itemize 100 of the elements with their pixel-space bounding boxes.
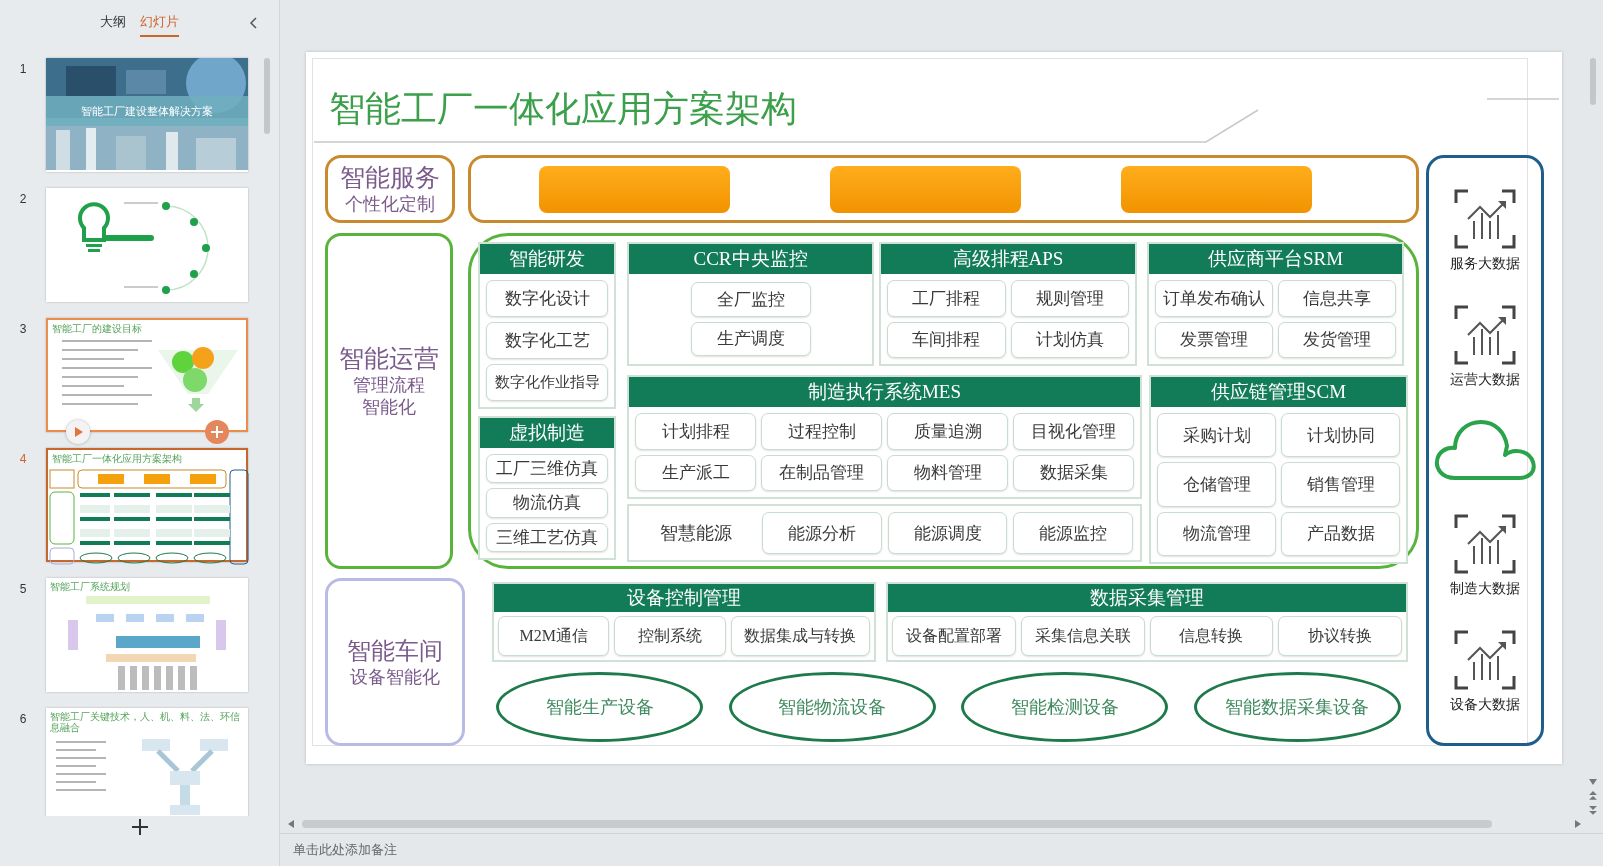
scrollbar-thumb[interactable] [264, 58, 270, 134]
module-item: 控制系统 [614, 616, 726, 656]
module-header: 数据采集管理 [888, 584, 1406, 612]
module-item: 三维工艺仿真 [486, 522, 608, 552]
module-item: 生产派工 [635, 454, 756, 491]
module-item: 规则管理 [1010, 280, 1129, 317]
module-header: 供应商平台SRM [1149, 244, 1402, 274]
module-item: 采购计划 [1157, 413, 1276, 458]
module-item: 数据采集 [1013, 454, 1134, 491]
side-subtitle: 智能化 [362, 396, 416, 418]
scrollbar-thumb[interactable] [1590, 58, 1596, 106]
module-item: 仓储管理 [1157, 462, 1276, 507]
previous-page-icon[interactable] [1589, 791, 1597, 801]
module-item: 信息转换 [1149, 616, 1274, 656]
module-item: 能源分析 [762, 512, 882, 554]
scrollbar-thumb[interactable] [302, 820, 1492, 828]
module-item: 协议转换 [1278, 616, 1402, 656]
play-button[interactable] [66, 420, 90, 444]
module-item: 计划仿真 [1010, 321, 1129, 358]
module-item: 物流仿真 [486, 488, 608, 518]
slide-title: 智能工厂一体化应用方案架构 [51, 452, 183, 466]
chart-icon [1452, 512, 1518, 577]
device-ellipse: 智能物流设备 [728, 672, 936, 742]
big-data-label: 服务大数据 [1450, 254, 1520, 273]
sidebar-tab[interactable]: 大纲 [100, 9, 126, 37]
module-item: 订单发布确认 [1155, 280, 1273, 317]
scroll-down-icon[interactable] [1589, 779, 1597, 786]
add-button[interactable] [205, 420, 229, 444]
slide-title: 智能工厂建设整体解决方案 [46, 96, 248, 126]
module-item: 物流管理 [1157, 511, 1276, 556]
notes-placeholder[interactable]: 单击此处添加备注 [293, 841, 397, 859]
module-header: 制造执行系统MES [629, 377, 1140, 407]
big-data-label: 制造大数据 [1450, 580, 1520, 599]
side-title: 智能运营 [339, 344, 439, 374]
side-subtitle: 设备智能化 [350, 666, 440, 688]
slide-number: 5 [18, 581, 28, 598]
scroll-right-icon[interactable] [1575, 820, 1581, 828]
sidebar-tab[interactable]: 幻灯片 [140, 9, 179, 37]
module-item: 销售管理 [1281, 462, 1400, 507]
side-title: 智能服务 [340, 163, 440, 193]
slide-number: 3 [18, 321, 28, 338]
side-title: 智能车间 [347, 637, 443, 666]
slide-thumbnail[interactable]: 智能工厂系统规划 [46, 578, 248, 692]
module-item: 生产调度 [690, 321, 811, 356]
slide-number: 1 [18, 61, 28, 78]
slide-thumbnail[interactable]: 智能工厂关键技术，人、机、料、法、环信息融合 [46, 708, 248, 816]
module-item: 产品数据 [1281, 511, 1400, 556]
chart-icon [1452, 628, 1518, 693]
side-subtitle: 管理流程 [353, 374, 425, 396]
collapse-icon[interactable] [249, 17, 257, 29]
cloud-icon [1433, 418, 1537, 483]
slide-number: 2 [18, 191, 28, 208]
device-ellipse: 智能生产设备 [496, 672, 703, 742]
module-label: 智慧能源 [659, 522, 733, 545]
module-item: 数据集成与转换 [730, 616, 870, 656]
module-item: 计划协同 [1281, 413, 1400, 458]
slide-thumbnail[interactable]: 智能工厂的建设目标 [46, 318, 248, 432]
module-item: 数字化工艺 [486, 322, 608, 359]
module-header: 高级排程APS [881, 244, 1135, 274]
side-subtitle: 个性化定制 [345, 193, 435, 215]
module-header: 设备控制管理 [494, 584, 874, 612]
play-icon [73, 427, 83, 437]
module-item: 数字化设计 [486, 280, 608, 317]
module-item: 能源监控 [1013, 512, 1133, 554]
slide-thumbnail[interactable]: 智能工厂一体化应用方案架构 [46, 448, 248, 562]
slide-title: 智能工厂关键技术，人、机、料、法、环信息融合 [49, 710, 241, 735]
module-header: 虚拟制造 [480, 418, 614, 448]
module-item: 工厂三维仿真 [486, 454, 608, 484]
module-item: 信息共享 [1278, 280, 1396, 317]
big-data-label: 设备大数据 [1450, 696, 1520, 715]
module-item: 目视化管理 [1013, 413, 1134, 450]
scroll-left-icon[interactable] [288, 820, 294, 828]
slide-number: 4 [18, 451, 28, 468]
title-rule [1487, 98, 1559, 100]
module-item: M2M通信 [498, 616, 610, 656]
slide-title: 智能工厂系统规划 [49, 580, 131, 594]
module-item: 质量追溯 [887, 413, 1008, 450]
module-header: 供应链管理SCM [1151, 377, 1406, 407]
device-ellipse: 智能检测设备 [961, 672, 1169, 742]
slide-thumbnail[interactable]: 智能工厂建设整体解决方案 [46, 58, 248, 172]
module-item: 物料管理 [887, 454, 1008, 491]
module-item: 过程控制 [761, 413, 882, 450]
slide-title: 智能工厂的建设目标 [51, 322, 143, 336]
module-item: 采集信息关联 [1020, 616, 1145, 656]
slide-number: 6 [18, 711, 28, 728]
module-header: 智能研发 [480, 244, 614, 274]
plus-icon [211, 426, 223, 438]
next-page-icon[interactable] [1589, 806, 1597, 815]
module-header: CCR中央监控 [629, 244, 872, 274]
big-data-label: 运营大数据 [1450, 370, 1520, 389]
module-item: 能源调度 [887, 512, 1008, 554]
module-item: 在制品管理 [761, 454, 882, 491]
module-item: 发货管理 [1278, 321, 1396, 358]
module-item: 全厂监控 [690, 282, 811, 317]
device-ellipse: 智能数据采集设备 [1193, 672, 1401, 742]
module-item: 车间排程 [887, 321, 1006, 358]
module-item: 工厂排程 [887, 280, 1006, 317]
slide-title: 智能工厂一体化应用方案架构 [329, 88, 797, 131]
module-item: 发票管理 [1155, 321, 1273, 358]
module-item: 设备配置部署 [892, 616, 1016, 656]
